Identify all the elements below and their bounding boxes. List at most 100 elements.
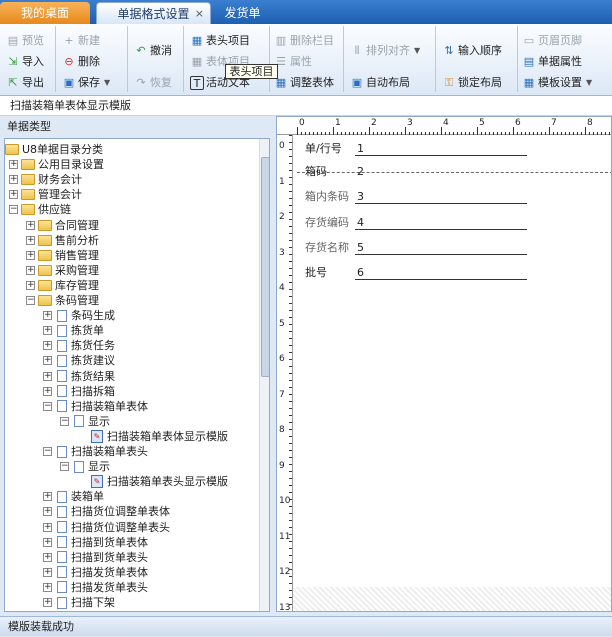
expand-icon[interactable]: + — [26, 280, 35, 290]
lock-layout-button[interactable]: ⚿ 锁定布局 — [442, 74, 502, 92]
tree-node[interactable]: + 装箱单 — [43, 489, 104, 504]
tree-node[interactable]: + 公用目录设置 — [9, 157, 104, 172]
tab-delivery-note[interactable]: 发货单 — [215, 2, 270, 24]
tree-node[interactable]: + 扫描下架 — [43, 595, 115, 610]
tree-node[interactable]: + 扫描到货单表体 — [43, 535, 148, 550]
expand-icon[interactable]: + — [43, 386, 52, 396]
scrollbar-thumb[interactable] — [261, 157, 269, 377]
field-value[interactable]: 5 — [355, 240, 527, 255]
collapse-icon[interactable]: − — [60, 416, 69, 426]
tree-node[interactable]: + 扫描拆箱 — [43, 384, 115, 399]
expand-icon[interactable]: + — [43, 598, 52, 607]
form-field[interactable]: 箱码 2 — [305, 163, 527, 179]
tree-node[interactable]: + 拣货结果 — [43, 369, 115, 384]
undo-button[interactable]: ↶ 撤消 — [134, 42, 172, 60]
expand-icon[interactable]: + — [9, 160, 18, 170]
expand-icon[interactable]: + — [9, 190, 18, 200]
align-button[interactable]: ⫴ 排列对齐 ▼ — [350, 42, 420, 60]
tree-node[interactable]: − 扫描装箱单表体 — [43, 399, 148, 414]
field-value[interactable]: 6 — [355, 265, 527, 280]
save-button[interactable]: ▣ 保存 ▼ — [62, 74, 110, 92]
export-button[interactable]: ⇱ 导出 — [6, 74, 44, 92]
tree-node[interactable]: + 扫描货位调整单表体 — [43, 504, 170, 519]
expand-icon[interactable]: + — [43, 341, 52, 351]
restore-button[interactable]: ↷ 恢复 — [134, 74, 172, 92]
tree-node[interactable]: + 拣货单 — [43, 323, 104, 338]
tree-node[interactable]: + 扫描到货单表头 — [43, 550, 148, 565]
tree-node[interactable]: + 拣货任务 — [43, 338, 115, 353]
tree-node[interactable]: + 扫描发货单表头 — [43, 580, 148, 595]
expand-icon[interactable]: + — [43, 492, 52, 502]
tree-node[interactable]: − 显示 — [60, 459, 110, 474]
design-canvas[interactable]: 0123456789 012345678910111213 单/行号1箱码2箱内… — [276, 116, 612, 612]
tree-node[interactable]: + 售前分析 — [26, 233, 99, 248]
tree-node[interactable]: + 库存管理 — [26, 278, 99, 293]
collapse-icon[interactable]: − — [43, 401, 52, 411]
expand-icon[interactable]: + — [26, 220, 35, 230]
collapse-icon[interactable]: − — [9, 205, 18, 215]
field-value[interactable]: 3 — [355, 189, 527, 204]
page-header-footer-button[interactable]: ▭ 页眉页脚 — [522, 32, 582, 50]
expand-icon[interactable]: + — [43, 567, 52, 577]
expand-icon[interactable]: + — [43, 537, 52, 547]
expand-icon[interactable]: + — [43, 326, 52, 336]
tree-node[interactable]: + 扫描发货单表体 — [43, 565, 148, 580]
expand-icon[interactable]: + — [26, 250, 35, 260]
expand-icon[interactable]: + — [26, 235, 35, 245]
preview-button[interactable]: ▤ 预览 — [6, 32, 44, 50]
tree-node[interactable]: + 销售管理 — [26, 248, 99, 263]
expand-icon[interactable]: + — [43, 522, 52, 532]
delete-column-button[interactable]: ▥ 删除栏目 — [274, 32, 334, 50]
tree-node[interactable]: + 扫描货位调整单表头 — [43, 520, 170, 535]
header-item-button[interactable]: ▦ 表头项目 — [190, 32, 250, 50]
expand-icon[interactable]: + — [43, 311, 52, 321]
tree-node[interactable]: U8单据目录分类 — [5, 142, 103, 157]
tab-my-desktop[interactable]: 我的桌面 — [0, 2, 90, 24]
tree-node[interactable]: + 财务会计 — [9, 172, 82, 187]
form-field[interactable]: 单/行号 1 — [305, 140, 527, 156]
field-value[interactable]: 2 — [355, 164, 527, 179]
input-order-button[interactable]: ⇅ 输入顺序 — [442, 42, 502, 60]
form-field[interactable]: 存货名称 5 — [305, 239, 527, 255]
tree-node[interactable]: − 显示 — [60, 414, 110, 429]
chevron-down-icon[interactable]: ▼ — [104, 74, 110, 92]
tree-node[interactable]: + 拣货建议 — [43, 353, 115, 368]
import-button[interactable]: ⇲ 导入 — [6, 53, 44, 71]
tree-node[interactable]: − 供应链 — [9, 202, 71, 217]
expand-icon[interactable]: + — [43, 507, 52, 517]
tree-scrollbar[interactable] — [259, 139, 269, 611]
expand-icon[interactable]: + — [43, 356, 52, 366]
field-value[interactable]: 1 — [355, 141, 527, 156]
tree-node[interactable]: + 条码生成 — [43, 308, 115, 323]
new-button[interactable]: + 新建 — [62, 32, 100, 50]
expand-icon[interactable]: + — [43, 371, 52, 381]
property-button[interactable]: ☰ 属性 — [274, 53, 312, 71]
doc-property-button[interactable]: ▤ 单据属性 — [522, 53, 582, 71]
tree-node[interactable]: + 管理会计 — [9, 187, 82, 202]
chevron-down-icon[interactable]: ▼ — [414, 42, 420, 60]
chevron-down-icon[interactable]: ▼ — [586, 74, 592, 92]
adjust-body-button[interactable]: ▦ 调整表体 — [274, 74, 334, 92]
tree-node[interactable]: ✎ 扫描装箱单表体显示模版 — [77, 429, 228, 444]
form-field[interactable]: 批号 6 — [305, 264, 527, 280]
delete-button[interactable]: ⊖ 删除 — [62, 53, 100, 71]
expand-icon[interactable]: + — [43, 552, 52, 562]
collapse-icon[interactable]: − — [26, 296, 35, 305]
tree-node[interactable]: − 扫描装箱单表头 — [43, 444, 148, 459]
form-field[interactable]: 存货编码 4 — [305, 214, 527, 230]
template-settings-button[interactable]: ▦ 模板设置 ▼ — [522, 74, 592, 92]
close-icon[interactable]: × — [195, 3, 204, 25]
tab-doc-format-settings[interactable]: 单据格式设置 × — [96, 2, 211, 24]
tree-node[interactable]: + 采购管理 — [26, 263, 99, 278]
expand-icon[interactable]: + — [26, 265, 35, 275]
tree-node[interactable]: − 条码管理 — [26, 293, 99, 308]
collapse-icon[interactable]: − — [60, 462, 69, 472]
field-value[interactable]: 4 — [355, 215, 527, 230]
auto-layout-button[interactable]: ▣ 自动布局 — [350, 74, 410, 92]
expand-icon[interactable]: + — [9, 175, 18, 185]
form-field[interactable]: 箱内条码 3 — [305, 188, 527, 204]
tree-node[interactable]: + 合同管理 — [26, 218, 99, 233]
collapse-icon[interactable]: − — [43, 447, 52, 456]
tree-node[interactable]: ✎ 扫描装箱单表头显示模版 — [77, 474, 228, 489]
expand-icon[interactable]: + — [43, 582, 52, 592]
